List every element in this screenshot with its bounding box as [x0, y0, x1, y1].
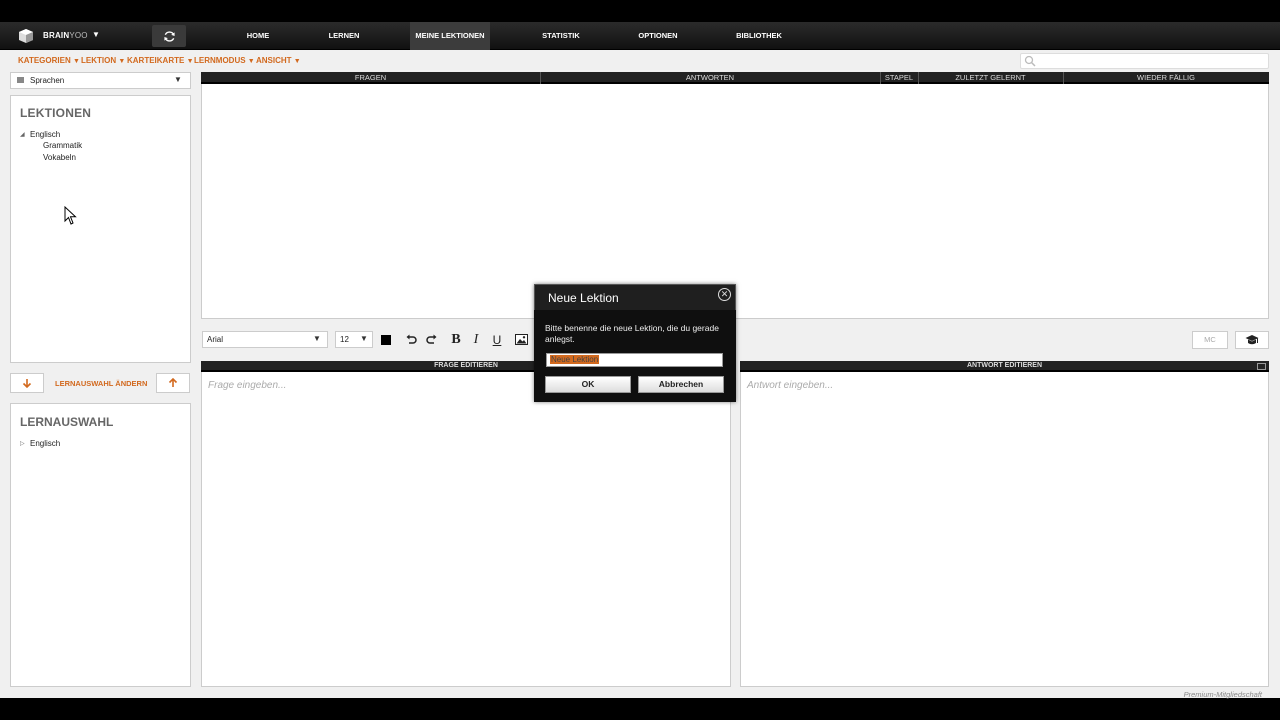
antwort-editor[interactable]: [740, 361, 1269, 687]
antwort-placeholder: Antwort eingeben...: [747, 380, 834, 391]
logo-icon: [19, 29, 33, 43]
dialog-title: Neue Lektion: [548, 291, 619, 305]
bold-button[interactable]: B: [448, 331, 464, 348]
learn-mode-button[interactable]: [1235, 331, 1269, 349]
expand-icon[interactable]: [1257, 363, 1266, 370]
cancel-button[interactable]: Abbrechen: [638, 376, 724, 393]
nav-home[interactable]: HOME: [232, 22, 284, 50]
frage-placeholder: Frage eingeben...: [208, 380, 287, 391]
app-window: BRAINYOO ▼ HOME LERNEN MEINE LEKTIONEN S…: [0, 0, 1280, 720]
lektionen-title: LEKTIONEN: [20, 106, 92, 120]
menu-ansicht[interactable]: ANSICHT ▼: [256, 56, 301, 65]
lernauswahl-title: LERNAUSWAHL: [20, 415, 114, 429]
menu-karteikarte-label: KARTEIKARTE: [127, 56, 185, 65]
lesson-name-value: Neue Lektion: [550, 355, 600, 364]
underline-button[interactable]: U: [489, 331, 505, 348]
nav-statistik[interactable]: STATISTIK: [530, 22, 592, 50]
column-zuletzt-gelernt[interactable]: ZULETZT GELERNT: [918, 73, 1063, 83]
brand-dropdown-icon[interactable]: ▼: [92, 30, 100, 39]
tree-item-vokabeln[interactable]: Vokabeln: [43, 153, 76, 162]
column-antworten[interactable]: ANTWORTEN: [540, 73, 880, 83]
column-fragen[interactable]: FRAGEN: [201, 73, 540, 83]
lernauswahl-aendern-button[interactable]: LERNAUSWAHL ÄNDERN: [55, 379, 147, 388]
font-select-value: Arial: [207, 335, 224, 344]
mouse-cursor-icon: [64, 206, 77, 225]
sync-button[interactable]: [152, 25, 186, 47]
move-up-button[interactable]: [156, 373, 190, 393]
multiple-choice-button[interactable]: MC: [1192, 331, 1228, 349]
frage-editor[interactable]: [201, 361, 731, 687]
graduation-hat-icon: [1245, 334, 1259, 344]
arrow-down-icon: [22, 379, 32, 388]
menu-lernmodus[interactable]: LERNMODUS ▼: [194, 56, 255, 65]
folder-icon: [17, 77, 24, 83]
top-nav-bar: BRAINYOO ▼ HOME LERNEN MEINE LEKTIONEN S…: [0, 22, 1280, 50]
sync-icon: [163, 30, 175, 42]
brand-bold: BRAIN: [43, 31, 70, 40]
chevron-down-icon[interactable]: ▼: [313, 334, 321, 343]
dialog-message: Bitte benenne die neue Lektion, die du g…: [545, 323, 719, 344]
chevron-down-icon[interactable]: ▼: [360, 334, 368, 343]
caret-down-icon: ▼: [293, 58, 301, 65]
brand-light: YOO: [69, 31, 88, 40]
nav-optionen[interactable]: OPTIONEN: [628, 22, 688, 50]
insert-image-icon[interactable]: [513, 331, 529, 348]
arrow-up-icon: [168, 378, 178, 387]
category-select-value: Sprachen: [30, 76, 65, 85]
ok-button[interactable]: OK: [545, 376, 631, 393]
membership-label: Premium-Mitgliedschaft: [1183, 690, 1262, 699]
italic-button[interactable]: I: [468, 331, 484, 348]
text-color-button[interactable]: [381, 335, 391, 345]
menu-kategorien[interactable]: KATEGORIEN ▼: [18, 56, 80, 65]
menu-lernmodus-label: LERNMODUS: [194, 56, 246, 65]
caret-down-icon: ▼: [247, 58, 255, 65]
search-icon: [1024, 55, 1036, 67]
caret-down-icon: ▼: [186, 58, 194, 65]
nav-meine-lektionen[interactable]: MEINE LEKTIONEN: [410, 22, 490, 50]
column-wieder-faellig[interactable]: WIEDER FÄLLIG: [1063, 73, 1269, 83]
nav-lernen[interactable]: LERNEN: [318, 22, 370, 50]
brand-name[interactable]: BRAINYOO: [43, 31, 88, 40]
menu-lektion[interactable]: LEKTION ▼: [81, 56, 125, 65]
nav-bibliothek[interactable]: BIBLIOTHEK: [728, 22, 790, 50]
antwort-editor-title: ANTWORT EDITIEREN: [966, 362, 1043, 369]
caret-down-icon: ▼: [118, 58, 126, 65]
tree-expanded-icon[interactable]: ◢: [20, 131, 25, 138]
chevron-down-icon[interactable]: ▼: [174, 75, 182, 84]
font-size-value: 12: [340, 335, 349, 344]
redo-icon[interactable]: [423, 331, 439, 348]
caret-down-icon: ▼: [72, 58, 80, 65]
move-down-button[interactable]: [10, 373, 44, 393]
menu-lektion-label: LEKTION: [81, 56, 117, 65]
close-icon[interactable]: ✕: [718, 288, 731, 301]
tree-item-englisch[interactable]: Englisch: [30, 130, 60, 139]
undo-icon[interactable]: [403, 331, 419, 348]
tree-item-grammatik[interactable]: Grammatik: [43, 141, 82, 150]
tree-collapsed-icon[interactable]: ▷: [20, 440, 25, 447]
menu-ansicht-label: ANSICHT: [256, 56, 292, 65]
column-stapel[interactable]: STAPEL: [880, 73, 918, 83]
menu-kategorien-label: KATEGORIEN: [18, 56, 71, 65]
lernauswahl-item-englisch[interactable]: Englisch: [30, 439, 60, 448]
card-table: [201, 72, 1269, 319]
menu-karteikarte[interactable]: KARTEIKARTE ▼: [127, 56, 194, 65]
search-input[interactable]: [1020, 53, 1269, 69]
